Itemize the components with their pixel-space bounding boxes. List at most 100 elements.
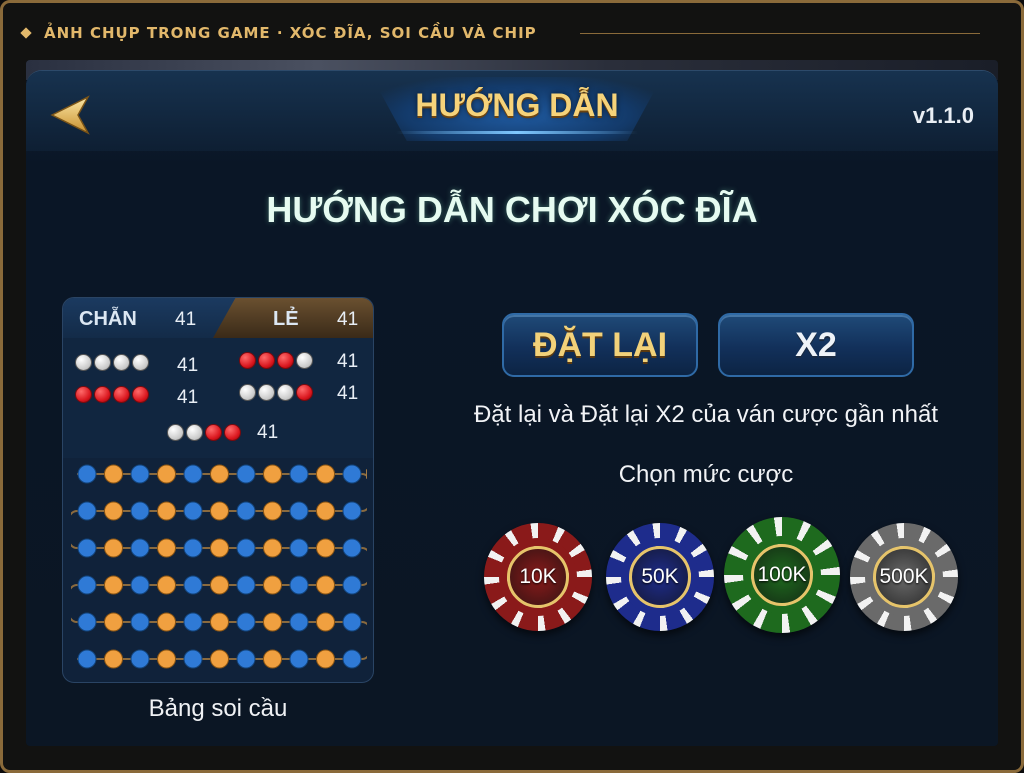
orange-dot bbox=[263, 612, 282, 632]
red-bead bbox=[205, 424, 222, 441]
orange-dot bbox=[263, 575, 282, 595]
orange-dot bbox=[104, 501, 123, 521]
orange-dot bbox=[316, 538, 335, 558]
blue-dot bbox=[130, 612, 150, 632]
double-button[interactable]: X2 bbox=[718, 313, 914, 377]
title-plate-glow bbox=[396, 131, 638, 134]
blue-dot bbox=[77, 501, 97, 521]
blue-dot bbox=[289, 501, 309, 521]
white-bead bbox=[296, 352, 313, 369]
blue-dot bbox=[342, 538, 362, 558]
white-bead bbox=[258, 384, 275, 401]
white-bead bbox=[239, 384, 256, 401]
blue-dot bbox=[77, 538, 97, 558]
blue-dot bbox=[130, 575, 150, 595]
blue-dot bbox=[130, 649, 150, 669]
blue-dot bbox=[289, 538, 309, 558]
orange-dot bbox=[210, 612, 229, 632]
scoreboard: CHẴN 41 LẺ 41 41 41 41 41 41 bbox=[62, 297, 374, 683]
combo-count: 41 bbox=[337, 351, 359, 372]
chip-10k[interactable]: 10K bbox=[484, 523, 592, 631]
white-bead bbox=[186, 424, 203, 441]
orange-dot bbox=[157, 649, 176, 669]
blue-dot bbox=[130, 501, 150, 521]
orange-dot bbox=[263, 538, 282, 558]
blue-dot bbox=[236, 575, 256, 595]
chip-100k[interactable]: 100K bbox=[724, 517, 840, 633]
orange-dot bbox=[316, 649, 335, 669]
blue-dot bbox=[77, 464, 97, 484]
orange-dot bbox=[104, 575, 123, 595]
chip-500k-label: 500K bbox=[873, 546, 935, 608]
reset-button[interactable]: ĐẶT LẠI bbox=[502, 313, 698, 377]
blue-dot bbox=[236, 501, 256, 521]
combo-four-red bbox=[75, 386, 149, 403]
blue-dot bbox=[236, 464, 256, 484]
orange-dot bbox=[263, 649, 282, 669]
blue-dot bbox=[130, 538, 150, 558]
red-bead bbox=[277, 352, 294, 369]
orange-dot bbox=[210, 501, 229, 521]
combo-three-red bbox=[239, 352, 313, 369]
chip-10k-label: 10K bbox=[507, 546, 569, 608]
red-bead bbox=[94, 386, 111, 403]
orange-dot bbox=[263, 501, 282, 521]
orange-dot bbox=[316, 575, 335, 595]
caption-text: ẢNH CHỤP TRONG GAME · XÓC ĐĨA, SOI CẦU V… bbox=[44, 24, 537, 42]
blue-dot bbox=[342, 612, 362, 632]
combo-three-white bbox=[239, 384, 313, 401]
blue-dot bbox=[289, 649, 309, 669]
blue-dot bbox=[130, 464, 150, 484]
double-button-label: X2 bbox=[795, 325, 837, 364]
blue-dot bbox=[183, 575, 203, 595]
reset-description: Đặt lại và Đặt lại X2 của ván cược gần n… bbox=[473, 401, 939, 428]
chip-50k[interactable]: 50K bbox=[606, 523, 714, 631]
orange-dot bbox=[104, 464, 123, 484]
combo-two-two bbox=[167, 424, 241, 441]
orange-dot bbox=[210, 649, 229, 669]
version-label: v1.1.0 bbox=[912, 103, 974, 128]
orange-dot bbox=[316, 612, 335, 632]
even-count: 41 bbox=[175, 309, 197, 330]
blue-dot bbox=[183, 464, 203, 484]
red-bead bbox=[113, 386, 130, 403]
red-bead bbox=[75, 386, 92, 403]
blue-dot bbox=[342, 575, 362, 595]
orange-dot bbox=[316, 464, 335, 484]
white-bead bbox=[167, 424, 184, 441]
blue-dot bbox=[183, 612, 203, 632]
orange-dot bbox=[210, 575, 229, 595]
chip-50k-label: 50K bbox=[629, 546, 691, 608]
blue-dot bbox=[77, 649, 97, 669]
even-label: CHẴN bbox=[79, 308, 137, 330]
orange-dot bbox=[104, 538, 123, 558]
reset-button-label: ĐẶT LẠI bbox=[532, 325, 668, 364]
blue-dot bbox=[236, 649, 256, 669]
red-bead bbox=[239, 352, 256, 369]
orange-dot bbox=[157, 538, 176, 558]
odd-count: 41 bbox=[337, 309, 359, 330]
chip-500k[interactable]: 500K bbox=[850, 523, 958, 631]
guide-panel: HƯỚNG DẪN v1.1.0 HƯỚNG DẪN CHƠI XÓC ĐĨA … bbox=[26, 70, 998, 746]
caption: ẢNH CHỤP TRONG GAME · XÓC ĐĨA, SOI CẦU V… bbox=[20, 22, 537, 44]
white-bead bbox=[277, 384, 294, 401]
orange-dot bbox=[104, 649, 123, 669]
white-bead bbox=[94, 354, 111, 371]
orange-dot bbox=[157, 464, 176, 484]
white-bead bbox=[75, 354, 92, 371]
orange-dot bbox=[104, 612, 123, 632]
red-bead bbox=[296, 384, 313, 401]
back-button[interactable] bbox=[48, 93, 96, 137]
blue-dot bbox=[342, 464, 362, 484]
blue-dot bbox=[289, 575, 309, 595]
blue-dot bbox=[342, 501, 362, 521]
blue-dot bbox=[77, 612, 97, 632]
orange-dot bbox=[263, 464, 282, 484]
white-bead bbox=[113, 354, 130, 371]
trend-grid bbox=[71, 462, 367, 676]
blue-dot bbox=[183, 649, 203, 669]
red-bead bbox=[132, 386, 149, 403]
blue-dot bbox=[183, 538, 203, 558]
game-screen: HƯỚNG DẪN v1.1.0 HƯỚNG DẪN CHƠI XÓC ĐĨA … bbox=[26, 60, 998, 746]
orange-dot bbox=[157, 612, 176, 632]
